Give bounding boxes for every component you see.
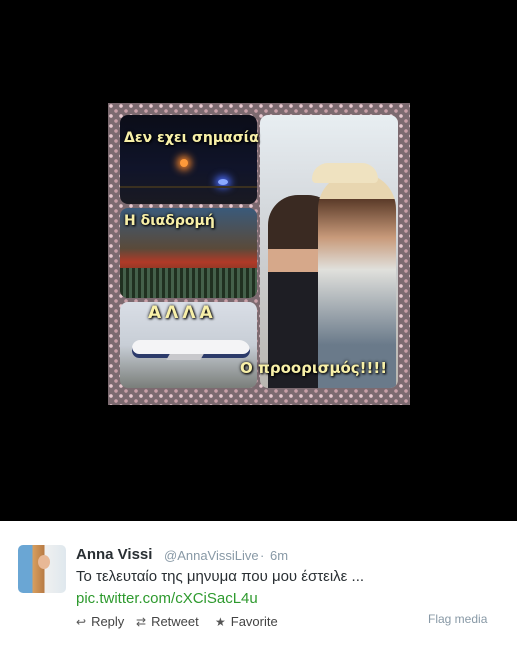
retweet-label: Retweet <box>151 614 199 629</box>
author-name[interactable]: Anna Vissi <box>76 546 152 563</box>
collage-caption-2: Η διαδρομή <box>124 213 215 229</box>
road-line <box>120 186 257 188</box>
media-viewer: Δεν εχει σημασία Η διαδρομή ΑΛΛΑ Ο προορ… <box>0 0 517 521</box>
retweet-icon: ⇄ <box>136 614 147 629</box>
collage-caption-4: Ο προορισμός!!!! <box>240 359 388 377</box>
collage-image[interactable]: Δεν εχει σημασία Η διαδρομή ΑΛΛΑ Ο προορ… <box>108 103 410 405</box>
separator-dot: · <box>260 548 265 563</box>
star-icon: ★ <box>215 614 226 629</box>
reply-label: Reply <box>91 614 125 629</box>
car-light <box>218 179 228 185</box>
person-right <box>318 173 396 388</box>
favorite-button[interactable]: ★ Favorite <box>215 614 278 629</box>
collage-caption-1: Δεν εχει σημασία <box>124 130 259 146</box>
friends-photo <box>260 115 398 388</box>
night-road-photo <box>120 115 257 204</box>
author-handle[interactable]: @AnnaVissiLive <box>164 548 259 563</box>
timestamp[interactable]: 6m <box>270 548 288 563</box>
street-light <box>180 159 188 167</box>
collage-caption-3: ΑΛΛΑ <box>148 303 217 323</box>
cowboy-hat <box>312 163 378 183</box>
flag-media-link[interactable]: Flag media <box>428 612 487 626</box>
avatar-face <box>38 555 50 569</box>
reply-button[interactable]: ↩ Reply <box>76 614 124 629</box>
fence <box>120 268 257 298</box>
avatar[interactable] <box>18 545 66 593</box>
retweet-button[interactable]: ⇄ Retweet <box>136 614 199 629</box>
media-link[interactable]: pic.twitter.com/cXCiSacL4u <box>76 590 258 607</box>
tweet-text: Το τελευταίο της μηνυμα που μου έστειλε … <box>76 568 365 585</box>
favorite-label: Favorite <box>230 614 278 629</box>
tweet: Anna Vissi @AnnaVissiLive · 6m Το τελευτ… <box>0 521 517 645</box>
airplane-wing <box>166 354 204 360</box>
reply-icon: ↩ <box>76 614 87 629</box>
